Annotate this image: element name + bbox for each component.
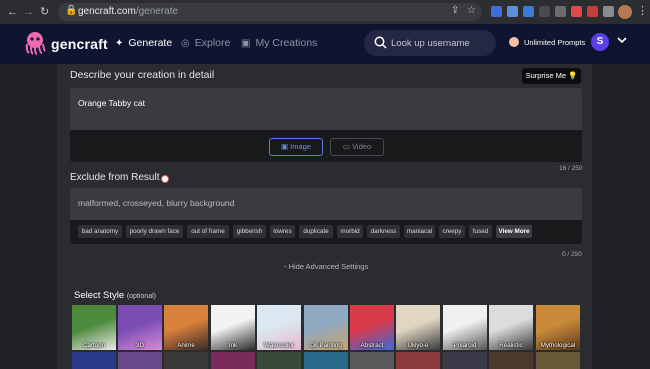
browser-toolbar: ← → ↻ 🔒 gencraft.com/generate ⇪ ☆ ⋮ xyxy=(0,0,650,24)
gallery-icon: ▣ xyxy=(241,38,251,49)
exclude-chip[interactable]: poorly drawn face xyxy=(126,225,183,238)
video-camera-icon: ▭ xyxy=(342,142,353,151)
describe-heading: Describe your creation in detail xyxy=(70,69,215,81)
style-option-label: Polaroid xyxy=(453,342,477,349)
browser-menu-icon[interactable]: ⋮ xyxy=(637,4,648,17)
info-icon[interactable] xyxy=(161,175,169,183)
user-avatar[interactable]: S xyxy=(591,33,609,51)
style-option[interactable] xyxy=(257,352,301,369)
plan-icon xyxy=(509,37,519,47)
share-icon[interactable]: ⇪ xyxy=(451,5,459,16)
style-option-label: Oil Painting xyxy=(310,342,342,349)
exclude-chip[interactable]: gibberish xyxy=(233,225,266,238)
exclude-chip[interactable]: maniacal xyxy=(404,225,435,238)
exclude-chip[interactable]: out of frame xyxy=(187,225,229,238)
url-text[interactable]: gencraft.com/generate xyxy=(78,6,178,17)
nav-explore[interactable]: ◎ Explore xyxy=(181,37,230,49)
explore-icon: ◎ xyxy=(181,38,190,49)
style-option[interactable]: Ukiyo-e xyxy=(396,305,440,350)
exclude-chip[interactable]: lowres xyxy=(270,225,295,238)
octopus-logo-icon[interactable] xyxy=(24,31,46,55)
forward-icon[interactable]: → xyxy=(23,5,34,19)
address-bar[interactable]: 🔒 gencraft.com/generate ⇪ ☆ xyxy=(58,3,482,21)
image-mode-button[interactable]: ▣ Image xyxy=(269,138,323,156)
prompt-value[interactable]: Orange Tabby cat xyxy=(78,98,145,108)
prompt-counter: 16 / 250 xyxy=(559,165,583,172)
lock-icon: 🔒 xyxy=(65,5,78,16)
style-option[interactable]: Polaroid xyxy=(443,305,487,350)
plan-label[interactable]: Unlimited Prompts xyxy=(524,38,585,47)
extension-icon[interactable] xyxy=(571,6,582,17)
view-more-button[interactable]: View More xyxy=(496,225,532,238)
style-option[interactable]: Anime xyxy=(164,305,208,350)
style-option-label: 3D xyxy=(136,342,144,349)
back-icon[interactable]: ← xyxy=(7,5,18,19)
style-option[interactable]: Ink xyxy=(211,305,255,350)
extension-icon[interactable] xyxy=(603,6,614,17)
exclude-chip[interactable]: creepy xyxy=(439,225,465,238)
exclude-chip[interactable]: morbid xyxy=(337,225,363,238)
exclude-counter: 0 / 250 xyxy=(562,251,582,258)
image-icon: ▣ xyxy=(280,142,291,151)
style-option[interactable] xyxy=(164,352,208,369)
style-option[interactable] xyxy=(304,352,348,369)
nav-generate[interactable]: ✦ Generate xyxy=(115,37,172,49)
style-option-label: Ukiyo-e xyxy=(407,342,429,349)
chevron-down-icon[interactable] xyxy=(617,35,627,45)
style-option-label: Anime xyxy=(177,342,195,349)
exclude-chip[interactable]: fused xyxy=(469,225,492,238)
style-option[interactable] xyxy=(396,352,440,369)
sparkle-icon: ✦ xyxy=(115,38,124,49)
exclude-value[interactable]: malformed, crosseyed, blurry background xyxy=(78,198,234,208)
username-search[interactable] xyxy=(364,30,496,56)
style-option[interactable] xyxy=(350,352,394,369)
extension-icon[interactable] xyxy=(523,6,534,17)
nav-my-creations[interactable]: ▣ My Creations xyxy=(241,37,317,49)
style-option[interactable]: Mythological xyxy=(536,305,580,350)
style-option[interactable]: Oil Painting xyxy=(304,305,348,350)
style-option[interactable]: Abstract xyxy=(350,305,394,350)
search-icon xyxy=(374,36,387,49)
extension-icon[interactable] xyxy=(539,6,550,17)
style-option-label: Mythological xyxy=(540,342,576,349)
style-option-label: Cartoon xyxy=(82,342,105,349)
extension-icon[interactable] xyxy=(491,6,502,17)
brand-name[interactable]: gencraft xyxy=(51,36,108,52)
select-style-heading: Select Style (optional) xyxy=(74,290,156,301)
style-option[interactable] xyxy=(211,352,255,369)
style-option-label: Ink xyxy=(228,342,238,349)
style-option[interactable] xyxy=(536,352,580,369)
style-option-label: Realistic xyxy=(499,342,523,349)
style-option[interactable] xyxy=(489,352,533,369)
style-option[interactable]: Realistic xyxy=(489,305,533,350)
video-mode-button[interactable]: ▭ Video xyxy=(330,138,384,156)
style-option-label: Abstract xyxy=(360,342,384,349)
bookmark-star-icon[interactable]: ☆ xyxy=(467,5,476,16)
extension-icon[interactable] xyxy=(587,6,598,17)
style-option[interactable] xyxy=(443,352,487,369)
extension-icon[interactable] xyxy=(507,6,518,17)
style-option-label: Watercolor xyxy=(264,342,294,349)
media-type-bar xyxy=(70,130,582,162)
prompt-textarea[interactable] xyxy=(70,88,582,130)
exclude-chip[interactable]: bad anatomy xyxy=(78,225,122,238)
app-header: gencraft ✦ Generate ◎ Explore ▣ My Creation… xyxy=(0,24,650,64)
hide-advanced-settings-link[interactable]: - Hide Advanced Settings xyxy=(284,262,368,271)
exclude-heading: Exclude from Result xyxy=(70,172,160,183)
profile-avatar[interactable] xyxy=(618,5,632,19)
extension-icon[interactable] xyxy=(555,6,566,17)
style-option[interactable]: Cartoon xyxy=(72,305,116,350)
exclude-chip[interactable]: duplicate xyxy=(299,225,333,238)
style-option[interactable] xyxy=(118,352,162,369)
exclude-chip[interactable]: darkness xyxy=(367,225,400,238)
reload-icon[interactable]: ↻ xyxy=(40,5,49,19)
search-input[interactable] xyxy=(391,36,491,50)
surprise-me-button[interactable]: Surprise Me 💡 xyxy=(522,68,581,84)
style-option[interactable] xyxy=(72,352,116,369)
style-option[interactable]: Watercolor xyxy=(257,305,301,350)
style-option[interactable]: 3D xyxy=(118,305,162,350)
